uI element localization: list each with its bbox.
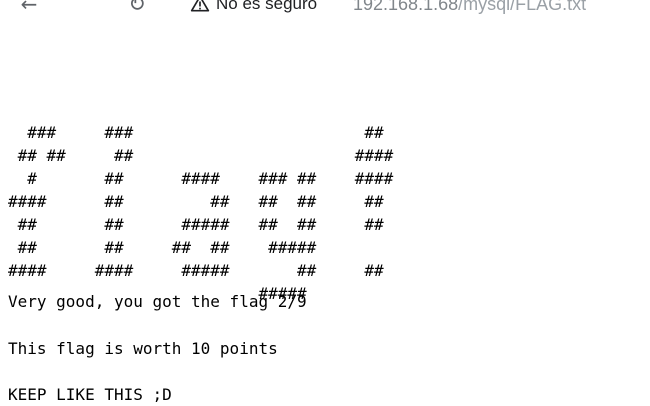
arrow-left-icon: ← (20, 0, 38, 16)
warning-triangle-icon (190, 0, 210, 12)
success-message: Very good, you got the flag 2/9 (8, 292, 307, 311)
points-message: This flag is worth 10 points (8, 339, 278, 358)
url-host: 192.168.1.68 (353, 0, 459, 14)
ascii-art-banner: ### ### ## ## ## ## #### # ## #### ### #… (8, 123, 394, 303)
url-path: /mysql/FLAG.txt (458, 0, 587, 14)
back-button[interactable]: ← (17, 0, 41, 16)
browser-toolbar: ← ↻ No es seguro 192.168.1.68/mysql/FLAG… (0, 0, 650, 16)
closing-message: KEEP LIKE THIS ;D (8, 385, 172, 404)
address-bar[interactable]: 192.168.1.68/mysql/FLAG.txt (353, 0, 586, 16)
security-indicator[interactable]: No es seguro (190, 0, 317, 16)
security-label: No es seguro (216, 0, 318, 13)
reload-button[interactable]: ↻ (125, 0, 149, 16)
reload-icon: ↻ (128, 0, 146, 16)
text-document: ### ### ## ## ## ## #### # ## #### ### #… (8, 75, 393, 328)
